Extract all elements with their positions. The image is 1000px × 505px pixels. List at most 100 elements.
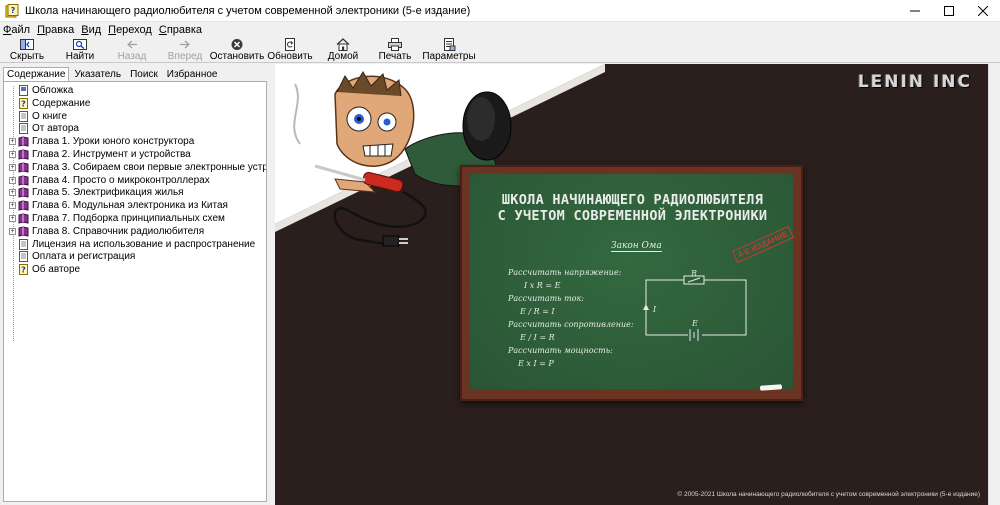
options-button[interactable]: Параметры: [422, 37, 476, 63]
help-page-icon: ?: [18, 264, 32, 276]
expand-toggle-icon[interactable]: +: [9, 227, 16, 235]
book-icon: [18, 136, 32, 147]
page-icon: [18, 110, 32, 122]
tab-search[interactable]: Поиск: [126, 67, 162, 82]
refresh-label: Обновить: [267, 51, 313, 62]
expand-toggle-icon[interactable]: +: [9, 138, 16, 146]
forward-arrow-icon: [180, 40, 190, 49]
svg-text:?: ?: [21, 99, 26, 108]
ohm-law-heading: Закон Ома: [611, 241, 662, 252]
formula-caption: Рассчитать напряжение:: [508, 268, 622, 277]
tree-item[interactable]: ? Об авторе: [4, 263, 80, 276]
help-app-icon: ?: [5, 3, 19, 17]
tree-item-label: Глава 5. Электрификация жилья: [32, 187, 184, 199]
navigation-pane: Содержание Указатель Поиск Избранное Обл…: [0, 64, 271, 505]
stop-button[interactable]: Остановить: [209, 37, 265, 63]
menu-file[interactable]: Файл: [3, 24, 30, 36]
formula: I x R = E: [524, 281, 561, 290]
cover-page: LENIN INC ШКОЛА НАЧИНАЮЩЕГО РАДИОЛЮБИТЕЛ…: [275, 64, 988, 505]
tree-item-label: Лицензия на использование и распростране…: [32, 238, 256, 250]
maximize-button[interactable]: [932, 0, 966, 22]
page-icon: [18, 123, 32, 135]
hide-button[interactable]: Скрыть: [8, 37, 46, 63]
home-button[interactable]: Домой: [327, 37, 359, 63]
tree-item-label: Глава 4. Просто о микроконтроллерах: [32, 174, 210, 186]
tree-item-label: Оплата и регистрация: [32, 251, 136, 263]
current-label: I: [653, 305, 657, 314]
tree-item[interactable]: + Глава 3. Собираем свои первые электронн…: [4, 161, 266, 174]
printer-icon: [388, 38, 402, 51]
print-button[interactable]: Печать: [377, 37, 413, 63]
ohm-circuit-diagram: [643, 275, 747, 342]
book-icon: [18, 149, 32, 160]
tab-favorites[interactable]: Избранное: [163, 67, 222, 82]
expand-toggle-icon[interactable]: +: [9, 151, 16, 158]
cover-title-line2: С УЧЕТОМ СОВРЕМЕННОЙ ЭЛЕКТРОНИКИ: [497, 208, 768, 224]
tree-item[interactable]: + Глава 7. Подборка принципиальных схем: [4, 212, 225, 225]
formula: E / R = I: [520, 307, 555, 316]
home-icon: [336, 38, 350, 51]
expand-toggle-icon[interactable]: +: [9, 202, 16, 210]
toolbar: Скрыть Найти Назад Вперед Остановить Обн…: [0, 37, 1000, 63]
menu-edit[interactable]: Правка: [37, 24, 74, 36]
tree-item-label: О книге: [32, 110, 68, 122]
tree-item[interactable]: О книге: [4, 110, 67, 123]
nav-tabs: Содержание Указатель Поиск Избранное: [3, 67, 222, 82]
edition-stamp: 4-Е ИЗДАНИЕ: [732, 225, 794, 264]
find-icon: [73, 39, 87, 50]
formula-caption: Рассчитать сопротивление:: [508, 320, 634, 329]
tree-item[interactable]: Лицензия на использование и распростране…: [4, 238, 255, 251]
tree-item[interactable]: От автора: [4, 122, 79, 135]
hide-pane-icon: [20, 39, 34, 50]
refresh-button[interactable]: Обновить: [267, 37, 313, 63]
formula: E x I = P: [518, 359, 554, 368]
help-page-icon: ?: [18, 97, 32, 109]
tree-item[interactable]: + Глава 1. Уроки юного конструктора: [4, 135, 194, 148]
book-icon: [18, 200, 32, 211]
find-button[interactable]: Найти: [63, 37, 97, 63]
tab-contents[interactable]: Содержание: [3, 67, 70, 82]
tree-item[interactable]: Оплата и регистрация: [4, 250, 135, 263]
hide-label: Скрыть: [9, 51, 45, 62]
menu-go[interactable]: Переход: [108, 24, 152, 36]
book-icon: [18, 226, 32, 237]
expand-toggle-icon[interactable]: +: [9, 189, 16, 197]
contents-tree: Обложка? Содержание О книге От автора + Глава…: [3, 81, 267, 502]
resistor-label: R: [691, 269, 698, 278]
back-button[interactable]: Назад: [114, 37, 150, 63]
tree-item-label: Об авторе: [32, 264, 81, 276]
formula: E / I = R: [520, 333, 555, 342]
refresh-icon: [285, 38, 295, 51]
tab-index[interactable]: Указатель: [70, 67, 125, 82]
minimize-button[interactable]: [898, 0, 932, 22]
tree-item[interactable]: + Глава 8. Справочник радиолюбителя: [4, 225, 204, 238]
forward-label: Вперед: [167, 51, 203, 62]
tree-item[interactable]: + Глава 4. Просто о микроконтроллерах: [4, 174, 210, 187]
stop-label: Остановить: [209, 51, 265, 62]
close-button[interactable]: [966, 0, 1000, 22]
page-icon: [18, 251, 32, 263]
tree-item[interactable]: ? Содержание: [4, 97, 90, 110]
expand-toggle-icon[interactable]: +: [9, 163, 16, 171]
chalkboard: ШКОЛА НАЧИНАЮЩЕГО РАДИОЛЮБИТЕЛЯ С УЧЕТОМ…: [470, 174, 794, 389]
menu-help[interactable]: Справка: [159, 24, 202, 36]
menu-view[interactable]: Вид: [81, 24, 101, 36]
tree-item[interactable]: + Глава 6. Модульная электроника из Китая: [4, 199, 228, 212]
options-icon: [444, 38, 456, 51]
tree-item[interactable]: Обложка: [4, 84, 73, 97]
cover-title: ШКОЛА НАЧИНАЮЩЕГО РАДИОЛЮБИТЕЛЯ С УЧЕТОМ…: [480, 192, 785, 224]
tree-item[interactable]: + Глава 5. Электрификация жилья: [4, 186, 184, 199]
content-scrollbar[interactable]: [988, 64, 1000, 505]
svg-text:?: ?: [11, 6, 16, 15]
expand-toggle-icon[interactable]: +: [9, 176, 16, 184]
tree-item-label: Содержание: [32, 97, 91, 109]
tree-item[interactable]: + Глава 2. Инструмент и устройства: [4, 148, 191, 161]
formula-caption: Рассчитать ток:: [508, 294, 584, 303]
home-label: Домой: [327, 51, 359, 62]
book-icon: [18, 213, 32, 224]
print-label: Печать: [378, 51, 412, 62]
forward-button[interactable]: Вперед: [166, 37, 204, 63]
expand-toggle-icon[interactable]: +: [9, 215, 16, 222]
formula-caption: Рассчитать мощность:: [508, 346, 613, 355]
chalkboard-frame: ШКОЛА НАЧИНАЮЩЕГО РАДИОЛЮБИТЕЛЯ С УЧЕТОМ…: [460, 165, 803, 401]
